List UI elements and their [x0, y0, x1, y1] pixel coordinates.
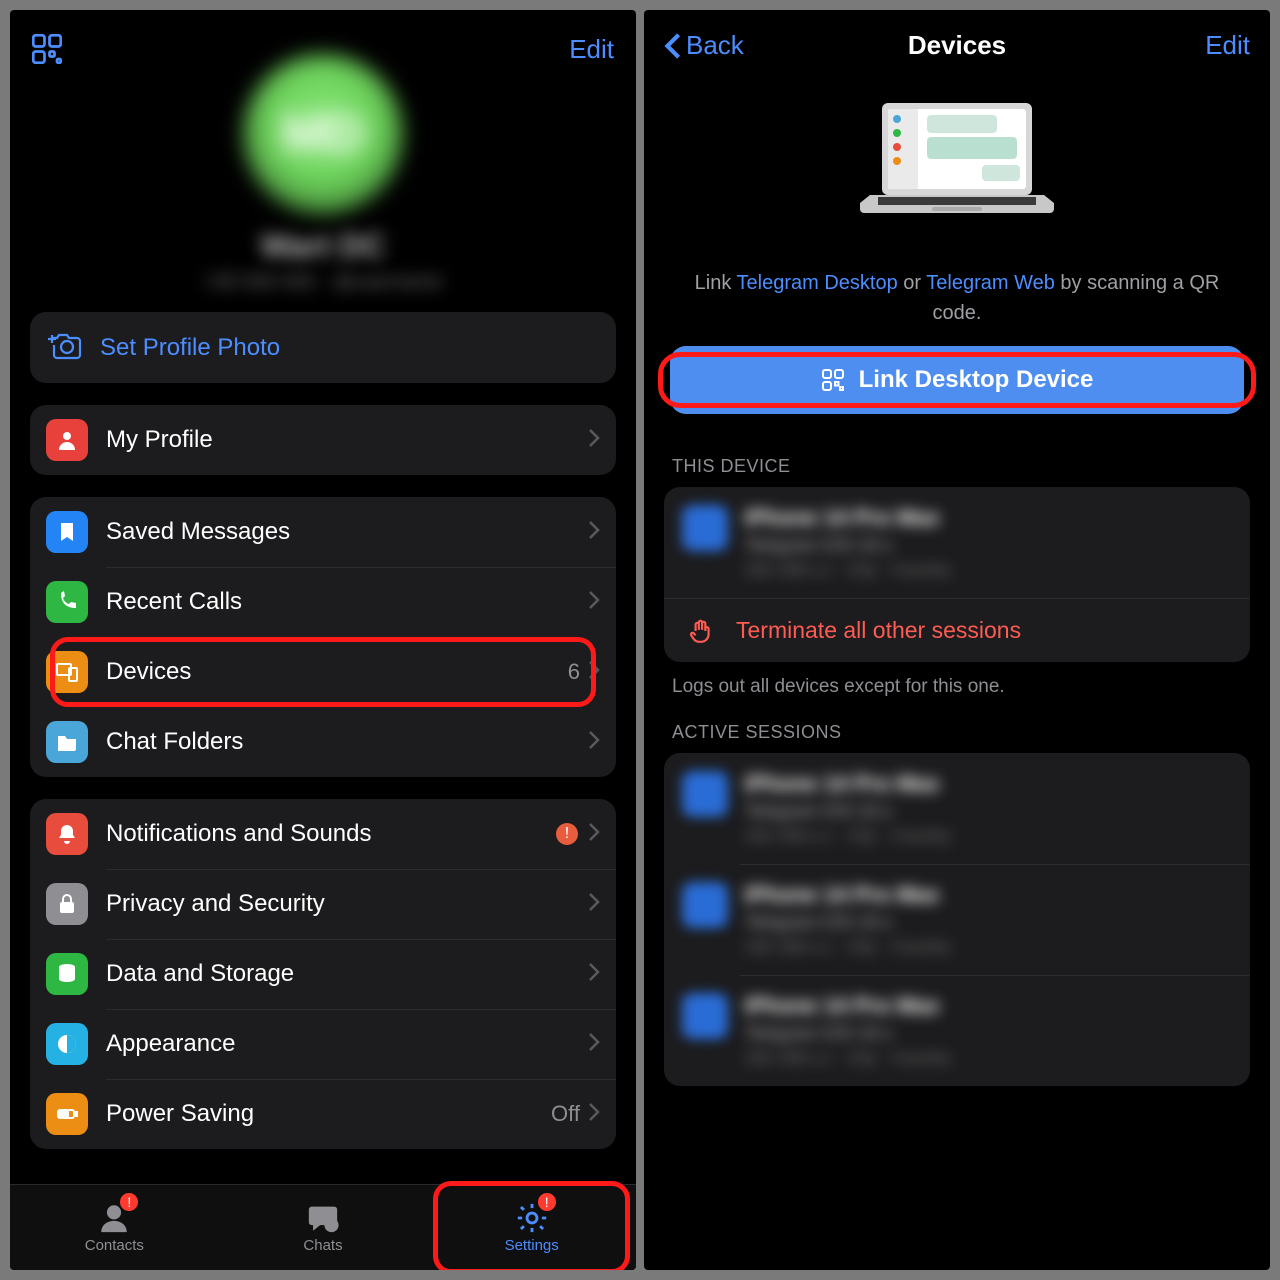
recent-calls-row[interactable]: Recent Calls	[30, 567, 616, 637]
back-button[interactable]: Back	[664, 30, 744, 61]
my-profile-row[interactable]: My Profile	[30, 405, 616, 475]
power-value: Off	[551, 1101, 580, 1127]
set-profile-photo-button[interactable]: Set Profile Photo	[30, 312, 616, 383]
chevron-right-icon	[588, 590, 600, 615]
database-icon	[46, 953, 88, 995]
notifications-row[interactable]: Notifications and Sounds !	[30, 799, 616, 869]
devices-row-wrap: Devices 6	[30, 637, 616, 707]
row-label: Power Saving	[106, 1100, 551, 1128]
profile-icon	[46, 419, 88, 461]
laptop-illustration-icon	[852, 95, 1062, 250]
device-text: iPhone 14 Pro Max Telegram iOS 10.x 192.…	[744, 993, 951, 1068]
power-saving-row[interactable]: Power Saving Off	[30, 1079, 616, 1149]
row-label: Recent Calls	[106, 588, 588, 616]
device-icon	[682, 505, 728, 551]
edit-button[interactable]: Edit	[1205, 30, 1250, 61]
active-sessions-card: iPhone 14 Pro Max Telegram iOS 10.x 192.…	[664, 753, 1250, 1086]
tab-label: Chats	[303, 1237, 342, 1254]
chevron-right-icon	[588, 660, 600, 685]
chat-group-card: Saved Messages Recent Calls Devices 6	[30, 497, 616, 777]
bell-icon	[46, 813, 88, 855]
profile-subtitle: +00 000 000 · @username	[204, 271, 443, 294]
contrast-icon	[46, 1023, 88, 1065]
tab-contacts[interactable]: ! Contacts	[10, 1185, 219, 1270]
tab-chats[interactable]: Chats	[219, 1185, 428, 1270]
row-label: Data and Storage	[106, 960, 588, 988]
terminate-sessions-button[interactable]: Terminate all other sessions	[664, 598, 1250, 662]
telegram-desktop-link[interactable]: Telegram Desktop	[737, 272, 898, 294]
tab-badge-icon: !	[118, 1191, 140, 1213]
this-device-row[interactable]: iPhone 14 Pro Max Telegram iOS 10.x 192.…	[664, 487, 1250, 598]
saved-messages-row[interactable]: Saved Messages	[30, 497, 616, 567]
back-label: Back	[686, 30, 744, 61]
terminate-label: Terminate all other sessions	[736, 617, 1021, 644]
row-label: Saved Messages	[106, 518, 588, 546]
prefs-group-card: Notifications and Sounds ! Privacy and S…	[30, 799, 616, 1149]
row-label: My Profile	[106, 426, 588, 454]
battery-icon	[46, 1093, 88, 1135]
appearance-row[interactable]: Appearance	[30, 1009, 616, 1079]
chevron-right-icon	[588, 520, 600, 545]
chat-folders-row[interactable]: Chat Folders	[30, 707, 616, 777]
session-row[interactable]: iPhone 14 Pro Max Telegram iOS 10.x 192.…	[664, 864, 1250, 975]
section-header-active-sessions: ACTIVE SESSIONS	[644, 698, 1270, 753]
devices-row[interactable]: Devices 6	[30, 637, 616, 707]
telegram-web-link[interactable]: Telegram Web	[926, 272, 1055, 294]
folder-icon	[46, 721, 88, 763]
profile-header: MD Wart DC +00 000 000 · @username	[10, 54, 636, 294]
privacy-row[interactable]: Privacy and Security	[30, 869, 616, 939]
camera-add-icon	[48, 330, 82, 365]
data-storage-row[interactable]: Data and Storage	[30, 939, 616, 1009]
device-icon	[682, 993, 728, 1039]
section-footer: Logs out all devices except for this one…	[644, 662, 1270, 698]
device-icon	[682, 771, 728, 817]
session-row[interactable]: iPhone 14 Pro Max Telegram iOS 10.x 192.…	[664, 975, 1250, 1086]
row-label: Notifications and Sounds	[106, 820, 556, 848]
tab-bar: ! Contacts Chats ! Settings	[10, 1184, 636, 1270]
device-text: iPhone 14 Pro Max Telegram iOS 10.x 192.…	[744, 882, 951, 957]
devices-count: 6	[568, 659, 580, 685]
qr-icon	[821, 368, 845, 392]
tab-label: Contacts	[85, 1237, 144, 1254]
devices-header: Back Devices Edit	[644, 10, 1270, 81]
chevron-right-icon	[588, 962, 600, 987]
avatar[interactable]: MD	[243, 54, 403, 214]
device-icon	[682, 882, 728, 928]
alert-badge-icon: !	[556, 823, 578, 845]
section-header-this-device: THIS DEVICE	[644, 432, 1270, 487]
device-text: iPhone 14 Pro Max Telegram iOS 10.x 192.…	[744, 505, 951, 580]
chevron-right-icon	[588, 1032, 600, 1057]
set-photo-card: Set Profile Photo	[30, 312, 616, 383]
bookmark-icon	[46, 511, 88, 553]
hand-stop-icon	[688, 618, 714, 644]
chevron-right-icon	[588, 428, 600, 453]
link-button-wrap: Link Desktop Device	[644, 346, 1270, 414]
settings-panel: Edit MD Wart DC +00 000 000 · @username …	[10, 10, 636, 1270]
link-description: Link Telegram Desktop or Telegram Web by…	[644, 268, 1270, 328]
link-desktop-device-button[interactable]: Link Desktop Device	[670, 346, 1244, 414]
devices-icon	[46, 651, 88, 693]
set-photo-label: Set Profile Photo	[100, 334, 280, 362]
lock-icon	[46, 883, 88, 925]
phone-icon	[46, 581, 88, 623]
row-label: Privacy and Security	[106, 890, 588, 918]
chevron-right-icon	[588, 730, 600, 755]
row-label: Devices	[106, 658, 568, 686]
devices-panel: Back Devices Edit Link Tele	[644, 10, 1270, 1270]
this-device-card: iPhone 14 Pro Max Telegram iOS 10.x 192.…	[664, 487, 1250, 662]
row-label: Chat Folders	[106, 728, 588, 756]
profile-name: Wart DC	[260, 228, 385, 265]
chevron-right-icon	[588, 822, 600, 847]
tab-settings[interactable]: ! Settings	[427, 1185, 636, 1270]
chevron-right-icon	[588, 892, 600, 917]
session-row[interactable]: iPhone 14 Pro Max Telegram iOS 10.x 192.…	[664, 753, 1250, 864]
button-label: Link Desktop Device	[859, 366, 1094, 394]
device-text: iPhone 14 Pro Max Telegram iOS 10.x 192.…	[744, 771, 951, 846]
chevron-right-icon	[588, 1102, 600, 1127]
tab-label: Settings	[505, 1237, 559, 1254]
tab-badge-icon: !	[536, 1191, 558, 1213]
devices-content: Link Telegram Desktop or Telegram Web by…	[644, 81, 1270, 1270]
row-label: Appearance	[106, 1030, 588, 1058]
my-profile-card: My Profile	[30, 405, 616, 475]
